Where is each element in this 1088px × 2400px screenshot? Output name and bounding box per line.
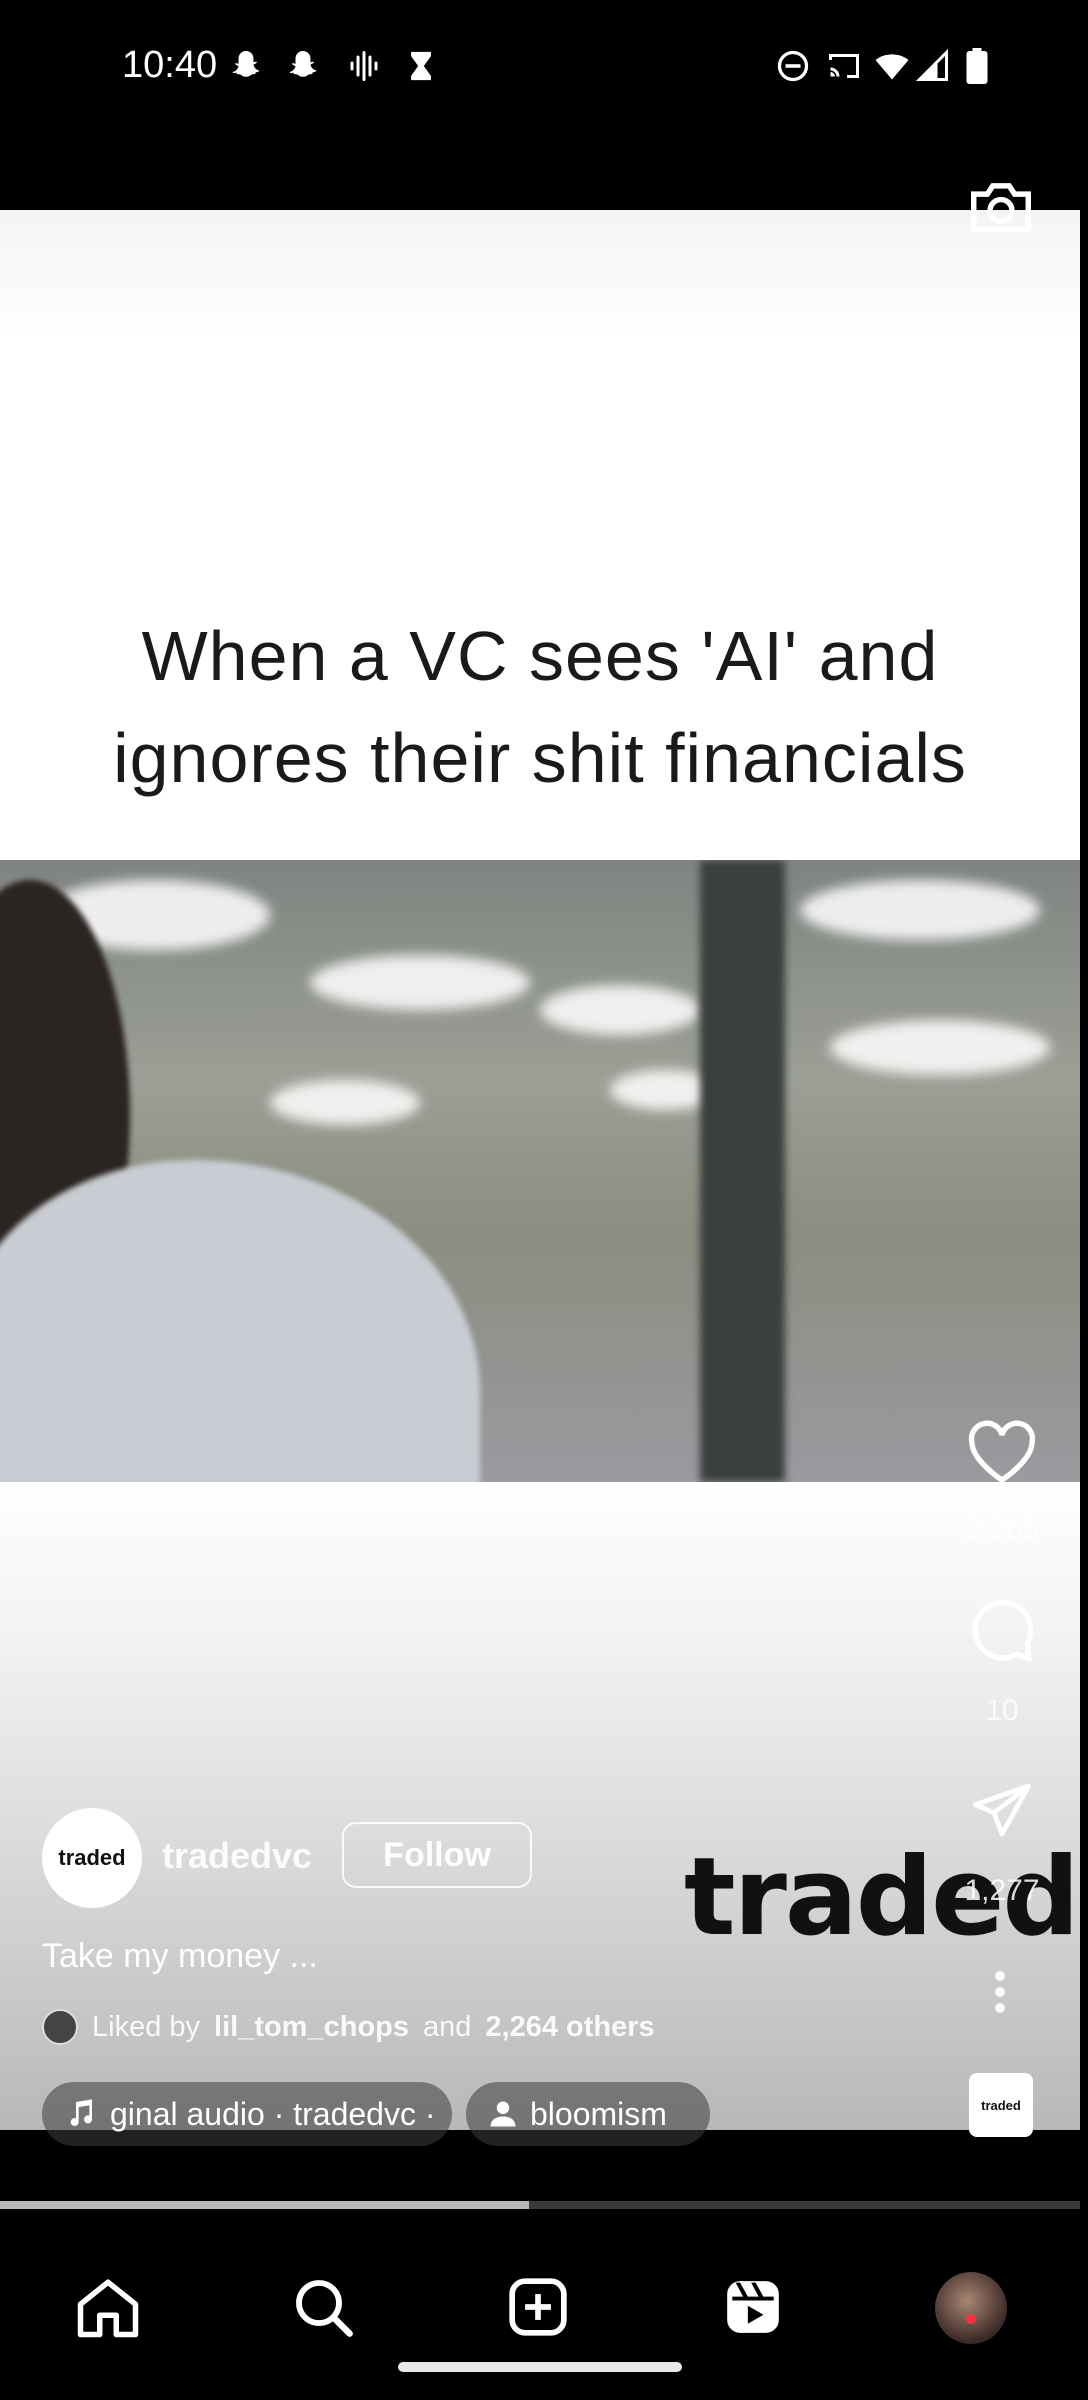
- tagged-user: bloomism: [530, 2095, 667, 2132]
- tagged-user-chip[interactable]: bloomism: [466, 2082, 710, 2146]
- reels-icon: [727, 2281, 779, 2333]
- meme-caption-line: ignores their shit financials: [113, 719, 967, 797]
- comment-button[interactable]: [962, 1593, 1042, 1668]
- like-count: 2,265: [964, 1512, 1040, 1545]
- nav-search[interactable]: [288, 2272, 358, 2342]
- liked-and: and: [423, 2010, 472, 2043]
- snapchat-notification-icon: [232, 51, 260, 77]
- status-time: 10:40: [122, 44, 218, 86]
- send-icon: [972, 1783, 1032, 1836]
- audio-chip[interactable]: ginal audio · tradedvc ·: [42, 2082, 452, 2146]
- cast-icon: [829, 54, 859, 78]
- liker-avatar: [42, 2009, 78, 2045]
- home-indicator[interactable]: [398, 2362, 682, 2372]
- battery-icon: [966, 48, 988, 84]
- video-progress-fill: [0, 2201, 530, 2209]
- nav-create[interactable]: [503, 2272, 573, 2342]
- share-button[interactable]: [962, 1772, 1042, 1847]
- wifi-icon: [875, 54, 909, 80]
- meme-caption: When a VC sees 'AI' and ignores their sh…: [0, 605, 1080, 809]
- liked-user[interactable]: lil_tom_chops: [214, 2011, 409, 2044]
- video-progress-bar[interactable]: [0, 2201, 1080, 2209]
- meme-caption-area: When a VC sees 'AI' and ignores their sh…: [0, 210, 1080, 860]
- comment-count: 10: [985, 1694, 1019, 1727]
- heart-icon: [968, 1420, 1036, 1483]
- more-vertical-icon: [995, 1971, 1005, 2013]
- liked-by[interactable]: Liked by lil_tom_chops and 2,264 others: [42, 2009, 655, 2045]
- nav-reels[interactable]: [718, 2272, 788, 2342]
- audio-thumbnail[interactable]: traded: [969, 2073, 1033, 2137]
- audio-wave-icon: [350, 51, 378, 81]
- snapchat-notification-icon: [289, 51, 317, 77]
- liked-count[interactable]: 2,264 others: [485, 2011, 654, 2044]
- video-scene: [0, 860, 1080, 1482]
- liked-prefix: Liked by: [92, 2010, 201, 2043]
- audio-label: ginal audio · tradedvc ·: [110, 2095, 436, 2132]
- notification-dot: [966, 2314, 976, 2324]
- person-icon: [490, 2101, 516, 2127]
- hourglass-icon: [411, 51, 431, 81]
- more-options-button[interactable]: [980, 1962, 1020, 2022]
- do-not-disturb-icon: [777, 50, 809, 82]
- nav-profile[interactable]: [935, 2272, 1007, 2344]
- home-icon: [77, 2279, 139, 2338]
- share-count: 1,277: [964, 1874, 1040, 1907]
- follow-button[interactable]: Follow: [342, 1822, 532, 1888]
- nav-home[interactable]: [73, 2272, 143, 2342]
- status-bar: 10:40: [0, 0, 1088, 135]
- add-post-icon: [509, 2278, 567, 2336]
- camera-button[interactable]: [966, 170, 1036, 240]
- like-button[interactable]: [962, 1415, 1042, 1490]
- music-note-icon: [70, 2099, 93, 2127]
- camera-icon: [971, 183, 1031, 233]
- comment-icon: [972, 1599, 1034, 1662]
- search-icon: [296, 2280, 353, 2337]
- author-username[interactable]: tradedvc: [162, 1835, 312, 1877]
- author-avatar[interactable]: traded: [42, 1808, 142, 1908]
- meme-caption-line: When a VC sees 'AI' and: [141, 617, 939, 695]
- signal-icon: [915, 48, 948, 81]
- post-description[interactable]: Take my money ...: [42, 1937, 318, 1976]
